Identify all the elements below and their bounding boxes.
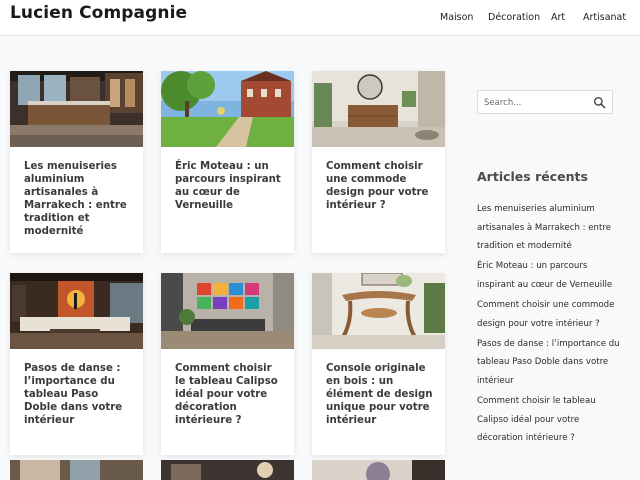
recent-article-item: Comment choisir le tableau Calipso idéal… [477, 392, 627, 448]
recent-article-item: Les menuiseries aluminium artisanales à … [477, 200, 627, 256]
recent-article-link[interactable]: Pasos de danse : l’importance du tableau… [477, 339, 620, 386]
article-card[interactable]: Éric Moteau : un parcours inspirant au c… [161, 71, 294, 253]
recent-article-link[interactable]: Les menuiseries aluminium artisanales à … [477, 204, 611, 251]
article-title[interactable]: Comment choisir une commode design pour … [326, 160, 436, 212]
article-title[interactable]: Comment choisir le tableau Calipso idéal… [175, 362, 285, 427]
nav-item-artisanat[interactable]: Artisanat [583, 12, 626, 23]
article-card[interactable]: Comment choisir le tableau Calipso idéal… [161, 273, 294, 455]
nav-item-art[interactable]: Art [551, 12, 565, 23]
search-input[interactable] [484, 95, 589, 110]
article-thumbnail-console[interactable] [312, 273, 445, 349]
recent-article-item: Comment choisir une commode design pour … [477, 296, 627, 333]
nav-item-decoration[interactable]: Décoration [488, 12, 540, 23]
article-thumbnail-commode[interactable] [312, 71, 445, 147]
article-card[interactable]: Console originale en bois : un élément d… [312, 273, 445, 455]
article-thumbnail-living-room[interactable] [10, 273, 143, 349]
article-thumbnail-village[interactable] [161, 71, 294, 147]
recent-articles-heading: Articles récents [477, 169, 588, 184]
site-title[interactable]: Lucien Compagnie [10, 3, 187, 23]
article-card[interactable]: Pasos de danse : l’importance du tableau… [10, 273, 143, 455]
article-card-partial[interactable] [161, 460, 294, 480]
article-thumbnail-kitchen[interactable] [10, 71, 143, 147]
site-header: Lucien Compagnie Maison Décoration Art A… [0, 0, 640, 36]
article-card[interactable]: Comment choisir une commode design pour … [312, 71, 445, 253]
recent-article-link[interactable]: Comment choisir une commode design pour … [477, 300, 614, 329]
article-card-partial[interactable] [312, 460, 445, 480]
search-box [477, 90, 613, 114]
article-title[interactable]: Pasos de danse : l’importance du tableau… [24, 362, 134, 427]
recent-article-link[interactable]: Comment choisir le tableau Calipso idéal… [477, 396, 596, 443]
nav-item-maison[interactable]: Maison [440, 12, 473, 23]
article-title[interactable]: Les menuiseries aluminium artisanales à … [24, 160, 134, 238]
article-thumbnail-paintings[interactable] [161, 273, 294, 349]
recent-article-item: Pasos de danse : l’importance du tableau… [477, 335, 627, 391]
article-title[interactable]: Éric Moteau : un parcours inspirant au c… [175, 160, 285, 212]
search-icon[interactable] [593, 96, 606, 109]
article-card-partial[interactable] [10, 460, 143, 480]
recent-article-item: Éric Moteau : un parcours inspirant au c… [477, 257, 627, 294]
recent-articles-list: Les menuiseries aluminium artisanales à … [477, 200, 627, 449]
recent-article-link[interactable]: Éric Moteau : un parcours inspirant au c… [477, 261, 612, 290]
article-title[interactable]: Console originale en bois : un élément d… [326, 362, 436, 427]
article-card[interactable]: Les menuiseries aluminium artisanales à … [10, 71, 143, 253]
